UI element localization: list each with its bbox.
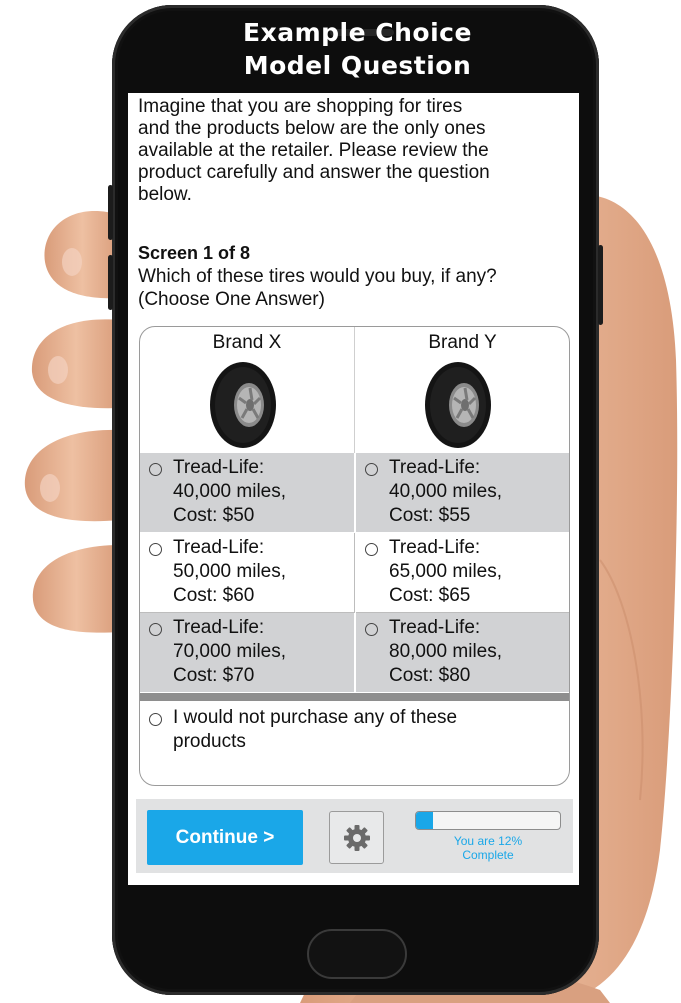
- brand-column-x: Brand X: [140, 327, 355, 453]
- option-none[interactable]: I would not purchase any of these produc…: [140, 701, 569, 785]
- radio-button[interactable]: [149, 543, 162, 556]
- section-divider: [140, 693, 569, 701]
- option-line: Tread-Life:: [173, 457, 265, 478]
- screen-counter: Screen 1 of 8: [138, 243, 251, 263]
- option-line: Cost: $50: [173, 505, 255, 526]
- radio-button[interactable]: [149, 713, 162, 726]
- intro-line: below.: [138, 184, 192, 205]
- settings-button[interactable]: [329, 811, 384, 864]
- option-line: Cost: $70: [173, 665, 255, 686]
- phone-screen: Imagine that you are shopping for tires …: [128, 93, 579, 885]
- intro-line: available at the retailer. Please review…: [138, 140, 489, 161]
- option-line: Cost: $80: [389, 665, 471, 686]
- progress-label-line: Complete: [462, 848, 514, 862]
- option-line: I would not purchase any of these: [173, 707, 458, 728]
- brand-name: Brand X: [212, 332, 282, 353]
- option-brand-x-1[interactable]: Tread-Life: 40,000 miles, Cost: $50: [140, 453, 355, 533]
- question-line: (Choose One Answer): [138, 289, 325, 310]
- intro-text: Imagine that you are shopping for tires …: [138, 96, 568, 206]
- power-button: [108, 255, 113, 310]
- page-title: Example Choice Model Question: [150, 16, 565, 82]
- option-line: Tread-Life:: [389, 617, 481, 638]
- question-text: Which of these tires would you buy, if a…: [138, 265, 497, 311]
- option-line: 80,000 miles,: [389, 641, 503, 662]
- brand-header-row: Brand X Brand Y: [140, 327, 569, 453]
- home-button[interactable]: [307, 929, 407, 979]
- option-brand-y-2[interactable]: Tread-Life: 65,000 miles, Cost: $65: [356, 533, 569, 613]
- tire-icon: [425, 362, 491, 448]
- radio-button[interactable]: [149, 623, 162, 636]
- tire-icon: [210, 362, 276, 448]
- option-text: Tread-Life: 40,000 miles, Cost: $55: [389, 456, 502, 528]
- option-text: Tread-Life: 40,000 miles, Cost: $50: [173, 456, 286, 528]
- radio-button[interactable]: [149, 463, 162, 476]
- option-line: Tread-Life:: [389, 457, 481, 478]
- radio-button[interactable]: [365, 543, 378, 556]
- radio-button[interactable]: [365, 623, 378, 636]
- intro-line: and the products below are the only ones: [138, 118, 486, 139]
- continue-button[interactable]: Continue >: [147, 810, 303, 865]
- brand-name: Brand Y: [428, 332, 497, 353]
- option-brand-x-2[interactable]: Tread-Life: 50,000 miles, Cost: $60: [140, 533, 355, 613]
- option-text: Tread-Life: 65,000 miles, Cost: $65: [389, 536, 502, 608]
- progress-label-line: You are 12%: [453, 834, 523, 848]
- progress-label: You are 12% Complete: [415, 834, 561, 862]
- title-line-2: Model Question: [243, 51, 472, 80]
- option-line: Tread-Life:: [389, 537, 481, 558]
- option-line: 40,000 miles,: [389, 481, 503, 502]
- option-text: I would not purchase any of these produc…: [173, 706, 457, 754]
- option-line: products: [173, 731, 246, 752]
- option-line: 40,000 miles,: [173, 481, 287, 502]
- option-line: Tread-Life:: [173, 537, 265, 558]
- bottom-action-bar: Continue > You are 12% Complete: [136, 799, 573, 873]
- option-text: Tread-Life: 80,000 miles, Cost: $80: [389, 616, 502, 688]
- option-text: Tread-Life: 50,000 miles, Cost: $60: [173, 536, 286, 608]
- option-line: Cost: $65: [389, 585, 471, 606]
- option-line: Tread-Life:: [173, 617, 265, 638]
- option-line: Cost: $55: [389, 505, 471, 526]
- option-brand-y-1[interactable]: Tread-Life: 40,000 miles, Cost: $55: [356, 453, 569, 533]
- progress-bar: [415, 811, 561, 830]
- progress-fill: [416, 812, 434, 829]
- option-line: 50,000 miles,: [173, 561, 287, 582]
- intro-line: product carefully and answer the questio…: [138, 162, 490, 183]
- brand-column-y: Brand Y: [355, 327, 569, 453]
- intro-line: Imagine that you are shopping for tires: [138, 96, 463, 117]
- title-line-1: Example Choice: [243, 18, 472, 47]
- choice-card: Brand X Brand Y Tread-Life: 40,000 miles…: [139, 326, 570, 786]
- volume-button: [108, 185, 113, 240]
- option-text: Tread-Life: 70,000 miles, Cost: $70: [173, 616, 286, 688]
- question-line: Which of these tires would you buy, if a…: [138, 266, 497, 287]
- side-button: [598, 245, 603, 325]
- option-line: 70,000 miles,: [173, 641, 287, 662]
- option-line: Cost: $60: [173, 585, 255, 606]
- option-brand-y-3[interactable]: Tread-Life: 80,000 miles, Cost: $80: [356, 613, 569, 693]
- gear-icon: [344, 825, 370, 851]
- option-line: 65,000 miles,: [389, 561, 503, 582]
- option-brand-x-3[interactable]: Tread-Life: 70,000 miles, Cost: $70: [140, 613, 355, 693]
- radio-button[interactable]: [365, 463, 378, 476]
